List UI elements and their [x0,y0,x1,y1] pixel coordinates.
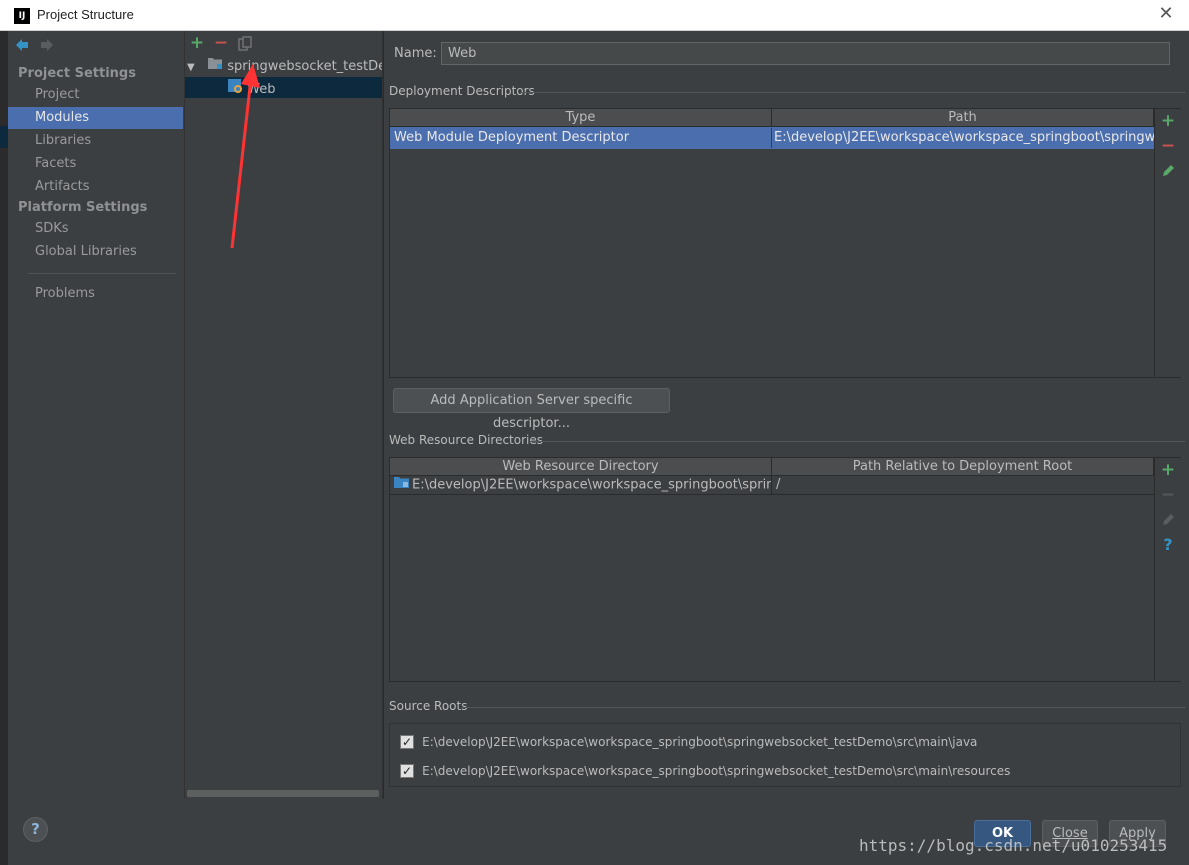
help-button[interactable]: ? [23,817,48,842]
web-resource-table[interactable]: Web Resource Directory Path Relative to … [389,457,1181,682]
nav-item-project[interactable]: Project [8,84,183,106]
descriptor-toolbar: + − [1154,109,1181,377]
column-header-path[interactable]: Path [772,109,1154,127]
descriptor-path-cell: E:\develop\J2EE\workspace\workspace_spri… [774,130,1154,145]
settings-nav-panel: Project Settings Project Modules Librari… [8,31,184,799]
descriptor-type-cell: Web Module Deployment Descriptor [390,128,772,148]
nav-item-modules[interactable]: Modules [8,107,183,129]
dialog-button-bar: ? OK Close Apply [8,799,1189,865]
section-divider [520,92,1185,93]
deployment-descriptors-table[interactable]: Type Path Web Module Deployment Descript… [389,108,1181,378]
tree-horizontal-scrollbar[interactable] [187,790,379,797]
source-roots-title: Source Roots [389,699,468,713]
edit-web-resource-icon[interactable] [1161,513,1175,531]
name-field[interactable]: Web [441,42,1170,65]
table-row[interactable]: E:\develop\J2EE\workspace\workspace_spri… [390,475,1154,495]
source-root-checkbox[interactable]: ✓ [400,734,414,749]
nav-item-problems[interactable]: Problems [8,283,183,305]
nav-item-facets[interactable]: Facets [8,153,183,175]
nav-item-libraries[interactable]: Libraries [8,130,183,152]
back-arrow-icon[interactable] [14,37,30,57]
title-bar [0,0,1189,31]
background-ide [0,31,8,865]
module-tree-panel: + − ▼ springwebsocket_testDemo Web [184,31,383,799]
edit-descriptor-icon[interactable] [1161,164,1175,182]
source-root-path: E:\develop\J2EE\workspace\workspace_spri… [422,734,978,749]
list-item[interactable]: ✓ E:\develop\J2EE\workspace\workspace_sp… [400,763,1010,778]
section-divider [528,441,1185,442]
column-header-web-resource-directory[interactable]: Web Resource Directory [390,458,772,476]
folder-icon [394,475,409,495]
web-resource-directory-cell: E:\develop\J2EE\workspace\workspace_spri… [390,475,772,495]
nav-item-sdks[interactable]: SDKs [8,218,183,240]
platform-settings-header: Platform Settings [18,200,148,215]
deployment-descriptors-title: Deployment Descriptors [389,84,535,98]
source-root-path: E:\develop\J2EE\workspace\workspace_spri… [422,763,1011,778]
source-roots-list: ✓ E:\develop\J2EE\workspace\workspace_sp… [389,723,1181,787]
web-resource-directories-title: Web Resource Directories [389,433,543,447]
nav-item-global-libraries[interactable]: Global Libraries [8,241,183,263]
tree-item-module[interactable]: ▼ springwebsocket_testDemo [187,56,382,78]
list-item[interactable]: ✓ E:\develop\J2EE\workspace\workspace_sp… [400,734,977,749]
add-server-descriptor-button[interactable]: Add Application Server specific descript… [393,388,670,431]
relative-path-cell: / [776,477,781,492]
nav-divider [28,273,176,274]
project-settings-header: Project Settings [18,66,136,81]
add-descriptor-icon[interactable]: + [1159,112,1177,130]
background-ide-selection [0,126,8,148]
add-web-resource-icon[interactable]: + [1159,461,1177,479]
tree-expand-arrow-icon[interactable]: ▼ [187,58,203,78]
facet-settings-panel: Name: Web Deployment Descriptors Type Pa… [384,31,1189,799]
forward-arrow-icon[interactable] [39,37,55,57]
column-header-relative-path[interactable]: Path Relative to Deployment Root [772,458,1154,476]
watermark-text: https://blog.csdn.net/u010253415 [859,836,1168,855]
nav-item-artifacts[interactable]: Artifacts [8,176,183,198]
window-title: Project Structure [37,7,134,22]
help-question-icon[interactable]: ? [1159,536,1177,554]
source-root-checkbox[interactable]: ✓ [400,763,414,778]
name-label: Name: [394,46,437,61]
remove-descriptor-icon[interactable]: − [1159,137,1177,155]
table-row[interactable]: Web Module Deployment Descriptor E:\deve… [390,127,1154,149]
tree-selection-highlight [185,77,382,98]
web-resource-toolbar: + − ? [1154,458,1181,681]
web-resource-directory-text: E:\develop\J2EE\workspace\workspace_spri… [412,477,772,493]
close-window-icon[interactable]: ✕ [1156,4,1176,24]
section-divider [462,707,1185,708]
intellij-logo-icon: IJ [14,8,30,24]
add-module-icon[interactable]: + [188,34,206,52]
remove-web-resource-icon[interactable]: − [1159,486,1177,504]
annotation-arrow-icon [230,64,260,249]
column-header-type[interactable]: Type [390,109,772,127]
